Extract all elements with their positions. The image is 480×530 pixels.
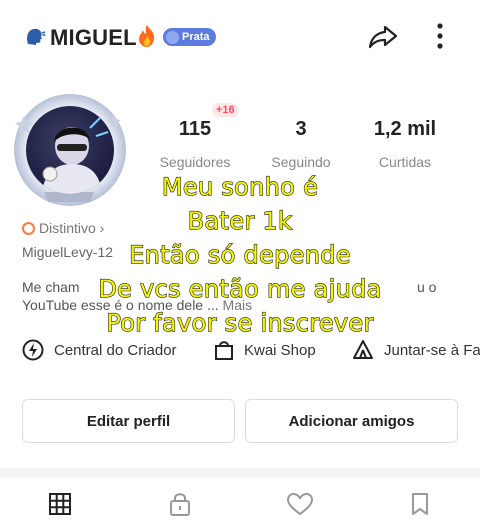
bio-more-link[interactable]: Mais [223, 297, 253, 313]
more-options-button[interactable] [428, 20, 452, 52]
level-badge: Prata [163, 28, 216, 46]
heart-icon [286, 492, 314, 516]
badge-hexagon-icon [22, 221, 35, 235]
edit-profile-button[interactable]: Editar perfil [22, 399, 235, 443]
followers-count: 115 [178, 118, 212, 140]
badge-label: Prata [182, 31, 210, 43]
tab-liked[interactable] [280, 488, 320, 520]
share-icon [368, 25, 398, 49]
tab-posts[interactable] [40, 488, 80, 520]
add-friends-button[interactable]: Adicionar amigos [245, 399, 458, 443]
tab-private[interactable] [160, 488, 200, 520]
followers-label: Seguidores [159, 154, 231, 170]
creator-shortcuts: Central do Criador Kwai Shop Juntar-se à… [22, 338, 480, 362]
join-family-link[interactable]: Juntar-se à Fa [352, 338, 480, 362]
user-handle: MiguelLevy-12 [22, 244, 114, 260]
more-vertical-icon [437, 23, 443, 49]
following-label: Seguindo [271, 154, 331, 170]
likes-label: Curtidas [378, 154, 432, 170]
tab-saved[interactable] [400, 488, 440, 520]
fire-icon [139, 25, 155, 47]
new-followers-badge: +16 [212, 103, 239, 117]
lock-icon [170, 493, 190, 516]
creator-center-label: Central do Criador [54, 341, 177, 359]
bio-line1: Me cham [22, 279, 80, 295]
avatar-image [26, 106, 114, 194]
speaking-head-icon [27, 28, 46, 45]
bio: Me cham u o YouTube esse é o nome dele .… [22, 278, 452, 314]
following-stat[interactable]: 3 Seguindo [246, 118, 356, 170]
bio-line2: YouTube esse é o nome dele ... [22, 297, 219, 313]
tent-icon [353, 340, 373, 359]
bookmark-icon [412, 493, 428, 515]
kwai-shop-label: Kwai Shop [244, 341, 316, 359]
profile-stats: 115 Seguidores 3 Seguindo 1,2 mil Curtid… [150, 118, 460, 178]
avatar[interactable] [14, 94, 126, 206]
shopping-bag-icon [215, 341, 233, 360]
likes-stat[interactable]: 1,2 mil Curtidas [350, 118, 460, 170]
content-tabbar [0, 478, 480, 530]
profile-header: MIGUEL Prata [0, 0, 480, 72]
likes-count: 1,2 mil [373, 118, 437, 140]
section-divider [0, 468, 480, 478]
followers-stat[interactable]: 115 Seguidores [140, 118, 250, 170]
distintivo-link[interactable]: Distintivo › [22, 220, 104, 236]
kwai-shop-link[interactable]: Kwai Shop [214, 338, 316, 362]
username: MIGUEL [50, 25, 137, 50]
lightning-circle-icon [22, 339, 44, 361]
grid-icon [49, 493, 71, 515]
following-count: 3 [295, 118, 307, 140]
bio-line1-end: u o [417, 279, 437, 295]
creator-center-link[interactable]: Central do Criador [22, 338, 177, 362]
join-family-label: Juntar-se à Fa [384, 341, 480, 359]
badge-icon [166, 30, 179, 44]
share-button[interactable] [366, 22, 400, 52]
distintivo-label: Distintivo › [39, 220, 105, 236]
